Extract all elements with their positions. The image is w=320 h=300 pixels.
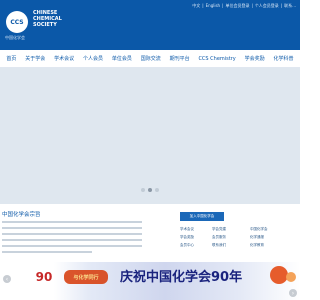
banner-next-arrow[interactable]: › (289, 289, 297, 297)
quick-link[interactable]: 化学教育 (250, 243, 268, 248)
anniversary-badge: 90 (35, 270, 53, 284)
page: CCS CHINESE CHEMICAL SOCIETY 中国化学会 中文 | … (0, 0, 300, 300)
top-links: 中文 | English | 单位会员登录 | 个人会员登录 | 联系... (192, 3, 296, 9)
quick-link[interactable]: 化学通报 (250, 235, 268, 240)
logo-text: CCS (10, 18, 24, 26)
quick-link[interactable]: 联系我们 (212, 243, 226, 248)
top-link-contact[interactable]: 联系... (284, 3, 296, 9)
carousel-dot-active[interactable] (148, 188, 152, 192)
quick-link[interactable]: 会员服务 (212, 235, 226, 240)
ccs-logo[interactable]: CCS (6, 11, 28, 33)
quick-links-col-2: 学会党建 会员服务 联系我们 (212, 227, 226, 248)
nav-item-science-popularization[interactable]: 化学科普 (273, 55, 293, 62)
banner-headline: 庆祝中国化学会90年 (120, 270, 243, 285)
nav-item-individual-members[interactable]: 个人会员 (83, 55, 103, 62)
nav-item-home[interactable]: 首页 (6, 55, 16, 62)
join-society-button[interactable]: 加入中国化学会 (180, 212, 224, 221)
nav-item-conferences[interactable]: 学术会议 (54, 55, 74, 62)
quick-link[interactable]: 学会奖励 (180, 235, 194, 240)
site-header: CCS CHINESE CHEMICAL SOCIETY 中国化学会 中文 | … (0, 0, 300, 50)
quick-link[interactable]: 中国化学会 (250, 227, 268, 232)
carousel-dots (0, 188, 300, 192)
anniversary-banner[interactable]: ‹ 90 与化学同行 庆祝中国化学会90年 › (0, 262, 300, 300)
carousel-dot[interactable] (141, 188, 145, 192)
mission-text-placeholder (2, 251, 92, 253)
quick-link[interactable]: 学会党建 (212, 227, 226, 232)
quick-link[interactable]: 学术会议 (180, 227, 194, 232)
mission-title: 中国化学会宗旨 (2, 212, 41, 218)
mission-text-placeholder (2, 239, 142, 241)
org-name-line-3: SOCIETY (33, 22, 57, 28)
main-nav: 首页 关于学会 学术会议 个人会员 单位会员 国际交流 期刊平台 CCS Che… (0, 50, 300, 68)
decorative-flower (286, 272, 296, 282)
nav-item-ccs-chemistry[interactable]: CCS Chemistry (198, 56, 235, 62)
top-link-sep: | (222, 3, 224, 8)
top-link-sep: | (202, 3, 204, 8)
top-link-chinese[interactable]: 中文 (192, 3, 200, 9)
top-link-sep: | (280, 3, 283, 8)
nav-item-international[interactable]: 国际交流 (141, 55, 161, 62)
nav-item-journals[interactable]: 期刊平台 (170, 55, 190, 62)
mission-text-placeholder (2, 245, 142, 247)
nav-item-awards[interactable]: 学会奖励 (245, 55, 265, 62)
top-link-member-login[interactable]: 个人会员登录 (255, 3, 279, 9)
quick-link[interactable]: 会员中心 (180, 243, 194, 248)
nav-item-unit-members[interactable]: 单位会员 (112, 55, 132, 62)
mission-text-placeholder (2, 233, 142, 235)
quick-links-col-3: 中国化学会 化学通报 化学教育 (250, 227, 268, 248)
quick-links-col-1: 学术会议 学会奖励 会员中心 (180, 227, 194, 248)
top-link-english[interactable]: English (206, 3, 220, 9)
banner-prev-arrow[interactable]: ‹ (3, 275, 11, 283)
org-name-cn: 中国化学会 (5, 35, 25, 40)
top-link-sep: | (251, 3, 253, 8)
mission-text-placeholder (2, 227, 142, 229)
hero-banner[interactable] (0, 68, 300, 204)
org-name: CHINESE CHEMICAL SOCIETY (33, 10, 62, 28)
banner-slogan: 与化学同行 (64, 270, 108, 284)
nav-item-about[interactable]: 关于学会 (25, 55, 45, 62)
top-link-unit-login[interactable]: 单位会员登录 (225, 3, 249, 9)
mission-text-placeholder (2, 221, 142, 223)
carousel-dot[interactable] (155, 188, 159, 192)
